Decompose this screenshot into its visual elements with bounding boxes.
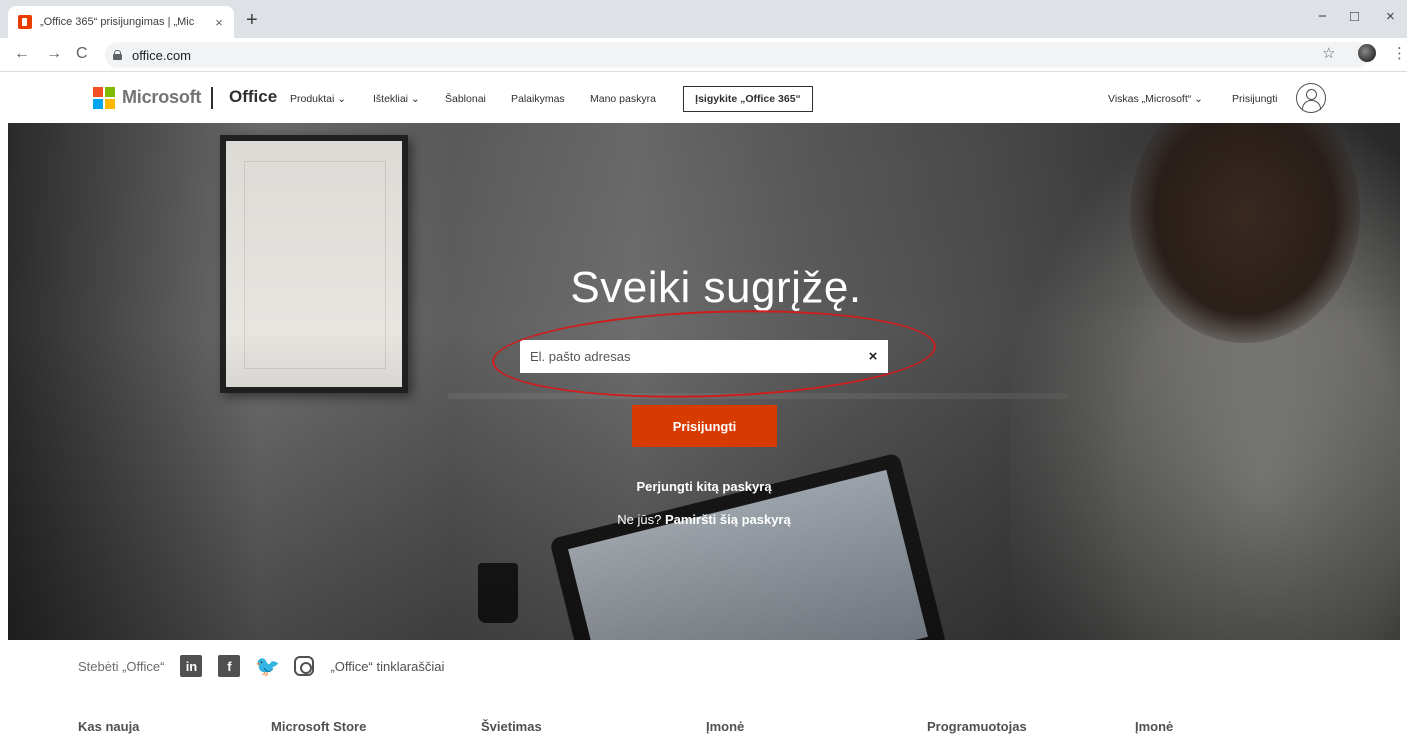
twitter-icon[interactable]: 🐦 (255, 655, 280, 678)
email-field-container: × (520, 340, 888, 373)
header-sign-in-link[interactable]: Prisijungti (1232, 93, 1278, 105)
switch-account-link[interactable]: Perjungti kitą paskyrą (8, 479, 1400, 494)
footer-heading-education: Švietimas (481, 719, 542, 734)
nav-palaikymas[interactable]: Palaikymas (511, 93, 565, 105)
browser-tab[interactable]: „Office 365“ prisijungimas | „Mic × (8, 6, 234, 38)
buy-office-button[interactable]: Įsigykite „Office 365“ (683, 86, 813, 112)
nav-mano-paskyra[interactable]: Mano paskyra (590, 93, 656, 105)
lock-icon (113, 50, 122, 60)
browser-toolbar: ← → C office.com (0, 38, 1407, 72)
office-brand[interactable]: Office (229, 87, 277, 107)
forward-button[interactable]: → (46, 45, 62, 63)
nav-sablonai[interactable]: Šablonai (445, 93, 486, 105)
not-you-prefix: Ne jūs? (617, 512, 665, 527)
not-you-text: Ne jūs? Pamiršti šią paskyrą (8, 512, 1400, 527)
nav-produktai[interactable]: Produktai ⌄ (290, 93, 346, 105)
minimize-button[interactable]: − (1318, 8, 1327, 25)
account-avatar-icon[interactable] (1296, 83, 1326, 113)
forget-account-link[interactable]: Pamiršti šią paskyrą (665, 512, 791, 527)
facebook-icon[interactable]: f (218, 655, 241, 677)
office-favicon-icon (18, 15, 32, 29)
footer-heading-company-2: Įmonė (1135, 719, 1174, 734)
new-tab-button[interactable]: + (246, 10, 258, 30)
linkedin-icon[interactable]: in (180, 655, 203, 677)
extension-icon[interactable] (1358, 44, 1376, 62)
follow-label: Stebėti „Office“ (78, 658, 165, 674)
back-button[interactable]: ← (14, 45, 30, 63)
email-input[interactable] (530, 349, 858, 364)
clear-email-icon[interactable]: × (858, 348, 888, 365)
browser-tabstrip: „Office 365“ prisijungimas | „Mic × + − … (0, 0, 1407, 38)
welcome-title: Sveiki sugrįžę. (570, 263, 862, 312)
header-divider (211, 87, 213, 109)
microsoft-brand[interactable]: Microsoft (122, 87, 201, 108)
footer-heading-company: Įmonė (706, 719, 745, 734)
blogs-link[interactable]: „Office“ tinklaraščiai (330, 659, 444, 674)
footer-heading-whats-new: Kas nauja (78, 719, 140, 734)
instagram-icon[interactable] (294, 656, 315, 676)
address-bar[interactable]: office.com (105, 42, 1370, 68)
footer-heading-store: Microsoft Store (271, 719, 367, 734)
maximize-button[interactable]: □ (1350, 8, 1359, 25)
tab-title: „Office 365“ prisijungimas | „Mic (40, 16, 195, 28)
browser-menu-icon[interactable]: ⋮ (1392, 44, 1407, 62)
all-microsoft-menu[interactable]: Viskas „Microsoft“ ⌄ (1108, 93, 1203, 105)
tab-close-icon[interactable]: × (212, 15, 226, 30)
url-text: office.com (132, 47, 192, 63)
window-close-button[interactable]: × (1386, 8, 1395, 25)
microsoft-logo-icon[interactable] (93, 87, 115, 109)
follow-office-row: Stebėti „Office“ in f 🐦 „Office“ tinklar… (78, 655, 444, 678)
footer-heading-developer: Programuotojas (927, 719, 1027, 734)
bookmark-star-icon[interactable]: ☆ (1322, 44, 1335, 62)
reload-button[interactable]: C (76, 45, 88, 63)
nav-istekliai[interactable]: Ištekliai ⌄ (373, 93, 420, 105)
hero-section: Sveiki sugrįžę. × Prisijungti Perjungti … (8, 123, 1400, 640)
sign-in-button[interactable]: Prisijungti (632, 405, 777, 447)
site-header: Microsoft Office Produktai ⌄ Ištekliai ⌄… (0, 73, 1407, 123)
